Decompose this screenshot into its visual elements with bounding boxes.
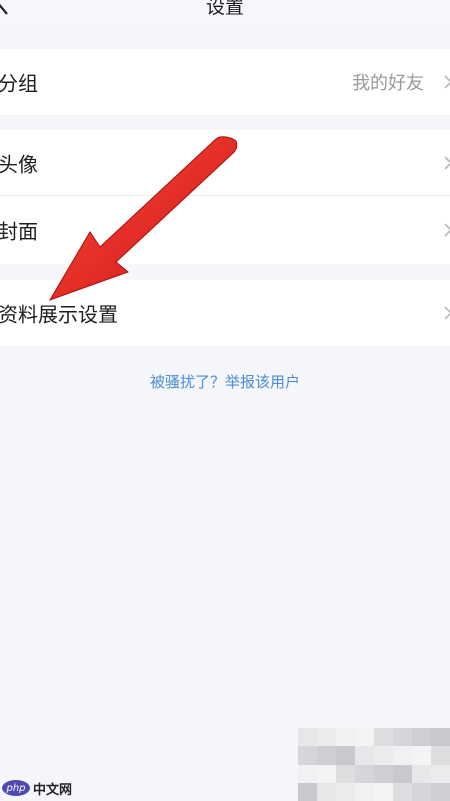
mosaic-tile	[412, 764, 431, 783]
mosaic-tile	[336, 746, 355, 765]
row-value-group: 我的好友	[352, 73, 424, 94]
mosaic-tile	[317, 728, 336, 747]
mosaic-tile	[355, 764, 374, 783]
settings-group-appearance: 头像 封面	[0, 130, 450, 264]
mosaic-tile	[355, 746, 374, 765]
watermark-logo: php	[2, 780, 30, 796]
mosaic-tile	[317, 746, 336, 765]
watermark-text: 中文网	[33, 782, 73, 798]
page-title: 设置	[205, 0, 244, 18]
mosaic-tile	[298, 782, 317, 801]
annotation-arrow	[48, 136, 238, 301]
mosaic-tile	[298, 746, 317, 765]
mosaic-tile	[431, 728, 450, 747]
chevron-right-icon	[444, 306, 450, 320]
row-label-profile-display: 资料展示设置	[0, 302, 118, 327]
mosaic-tile	[412, 746, 431, 765]
mosaic-tile	[393, 782, 412, 801]
top-bar: 设置	[0, 0, 450, 30]
report-user-link[interactable]: 被骚扰了？举报该用户	[0, 371, 450, 392]
mosaic-tile	[317, 782, 336, 801]
mosaic-tile	[393, 746, 412, 765]
row-label-group: 分组	[0, 71, 38, 96]
mosaic-tile	[355, 782, 374, 801]
mosaic-tile	[336, 782, 355, 801]
mosaic-tile	[355, 728, 374, 747]
mosaic-tile	[374, 782, 393, 801]
mosaic-tile	[336, 764, 355, 783]
site-watermark: php 中文网	[2, 777, 72, 799]
mosaic-tile	[431, 764, 450, 783]
settings-row-avatar[interactable]: 头像	[0, 130, 450, 196]
mosaic-tile	[431, 746, 450, 765]
mosaic-tile	[412, 728, 431, 747]
mosaic-tile	[374, 746, 393, 765]
mosaic-tile	[431, 782, 450, 801]
chevron-right-icon	[444, 156, 450, 170]
mosaic-tile	[336, 728, 355, 747]
chevron-right-icon	[444, 223, 450, 237]
mosaic-tile	[298, 764, 317, 783]
row-label-cover: 封面	[0, 219, 38, 244]
mosaic-tile	[412, 782, 431, 801]
settings-row-cover[interactable]: 封面	[0, 196, 450, 264]
mosaic-tile	[374, 728, 393, 747]
mosaic-tile	[374, 764, 393, 783]
pixelated-mosaic	[298, 728, 450, 801]
row-label-avatar: 头像	[0, 152, 38, 177]
settings-row-profile-display[interactable]: 资料展示设置	[0, 280, 450, 346]
mosaic-tile	[298, 728, 317, 747]
settings-row-group[interactable]: 分组 我的好友	[0, 49, 450, 115]
mosaic-tile	[393, 728, 412, 747]
settings-group-category: 分组 我的好友	[0, 49, 450, 115]
mosaic-tile	[317, 764, 336, 783]
settings-group-profile: 资料展示设置	[0, 280, 450, 346]
chevron-right-icon	[444, 75, 450, 89]
mosaic-tile	[393, 764, 412, 783]
